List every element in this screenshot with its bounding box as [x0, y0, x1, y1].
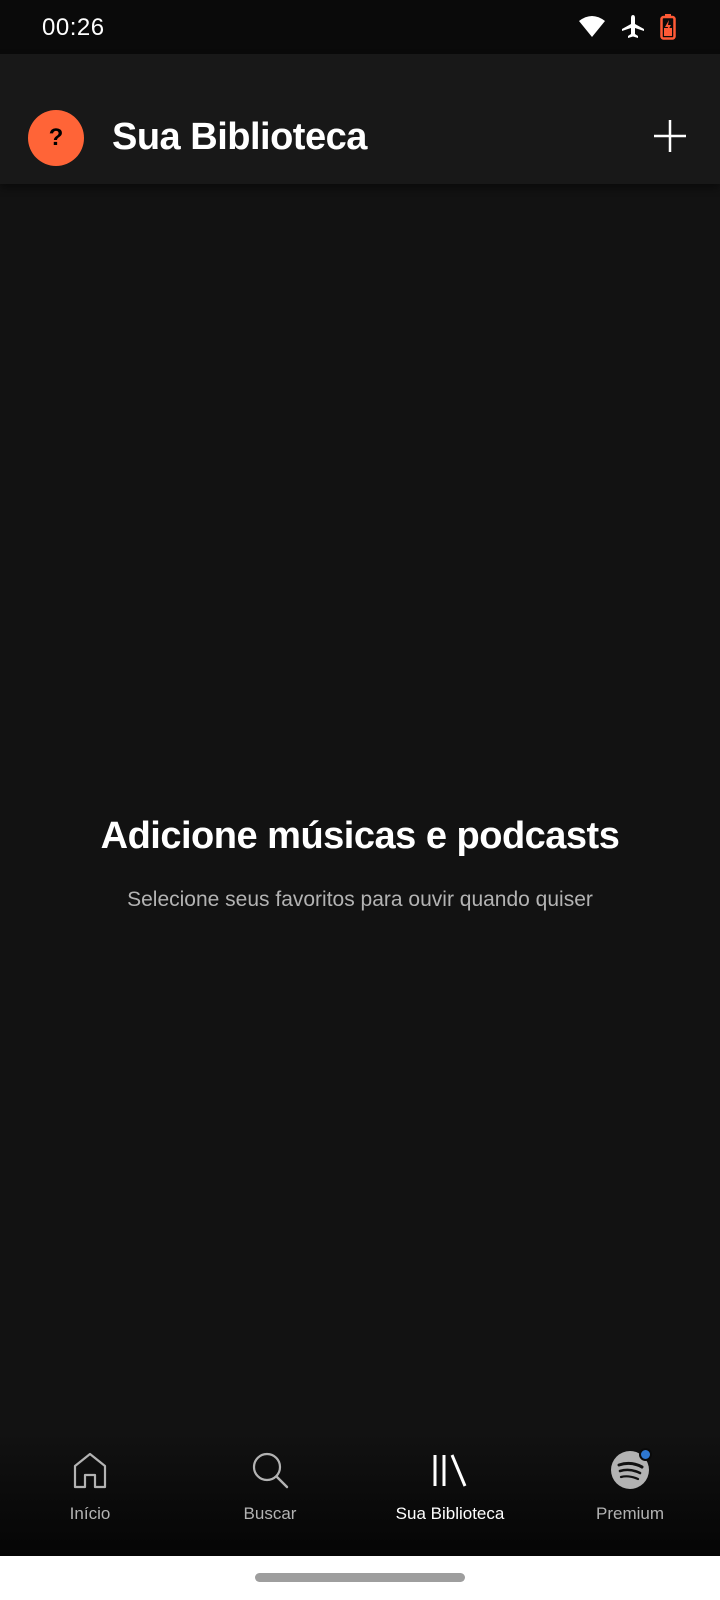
airplane-icon	[620, 14, 646, 40]
home-icon	[68, 1448, 112, 1492]
notification-badge	[639, 1448, 652, 1461]
gesture-area	[0, 1556, 720, 1600]
battery-icon	[660, 14, 676, 40]
spotify-icon	[608, 1448, 652, 1492]
empty-state: Adicione músicas e podcasts Selecione se…	[0, 815, 720, 912]
page-title: Sua Biblioteca	[112, 116, 367, 158]
search-icon	[248, 1448, 292, 1492]
bottom-navigation: Início Buscar Sua Biblioteca Premium	[0, 1432, 720, 1556]
add-button[interactable]	[650, 116, 690, 156]
status-time: 00:26	[42, 14, 105, 41]
profile-avatar[interactable]: ?	[28, 110, 84, 166]
header: ? Sua Biblioteca	[0, 54, 720, 184]
library-screen: 00:26 ? Sua Biblioteca Adicione músicas …	[0, 0, 720, 1600]
nav-item-library[interactable]: Sua Biblioteca	[360, 1432, 540, 1556]
plus-icon	[654, 120, 686, 152]
empty-state-title: Adicione músicas e podcasts	[100, 815, 620, 857]
nav-item-home[interactable]: Início	[0, 1432, 180, 1556]
library-icon	[428, 1448, 472, 1492]
nav-label-library: Sua Biblioteca	[395, 1504, 505, 1523]
empty-state-subtitle: Selecione seus favoritos para ouvir quan…	[127, 888, 593, 911]
gesture-handle[interactable]	[255, 1573, 465, 1582]
nav-label-search: Buscar	[243, 1504, 297, 1523]
nav-item-search[interactable]: Buscar	[180, 1432, 360, 1556]
nav-label-home: Início	[69, 1504, 111, 1523]
wifi-icon	[578, 15, 606, 39]
status-icons	[578, 12, 676, 42]
status-bar: 00:26	[0, 0, 720, 54]
nav-item-premium[interactable]: Premium	[540, 1432, 720, 1556]
nav-label-premium: Premium	[595, 1504, 664, 1523]
avatar-letter: ?	[48, 124, 64, 151]
